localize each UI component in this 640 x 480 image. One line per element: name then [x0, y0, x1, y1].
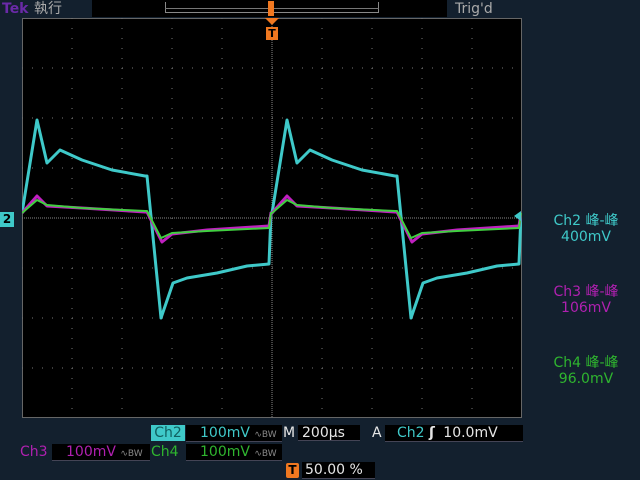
- ch3-button[interactable]: Ch3: [20, 444, 48, 460]
- trigger-settings[interactable]: Ch2 ʃ 10.0mV: [385, 425, 523, 442]
- trigger-position-icon: [268, 1, 274, 16]
- trigger-mode: A: [372, 425, 382, 441]
- ch4-scale[interactable]: 100mV ∿BW: [186, 444, 282, 461]
- run-state: 執行: [34, 1, 62, 17]
- ch2-ground-marker[interactable]: 2: [0, 212, 14, 227]
- ch2-scale[interactable]: 100mV ∿BW: [186, 425, 282, 442]
- graticule: [22, 18, 522, 418]
- record-view: [92, 0, 447, 17]
- horizontal-position-value[interactable]: 50.00 %: [302, 462, 375, 479]
- ch2-pk-pk-readout: Ch2 峰-峰 400mV: [553, 213, 619, 245]
- rising-edge-icon: ʃ: [429, 425, 435, 441]
- ch3-scale[interactable]: 100mV ∿BW: [52, 444, 150, 461]
- trigger-arrow-icon: [265, 18, 279, 25]
- horizontal-position-badge: T: [286, 463, 299, 478]
- waveform-display[interactable]: [22, 18, 522, 418]
- trigger-marker[interactable]: T: [266, 27, 278, 40]
- ch4-pk-pk-readout: Ch4 峰-峰 96.0mV: [553, 355, 619, 387]
- timebase-label: M: [283, 425, 296, 441]
- ch4-button[interactable]: Ch4: [151, 444, 179, 460]
- tek-logo: Tek: [2, 1, 29, 17]
- ch3-pk-pk-readout: Ch3 峰-峰 106mV: [553, 284, 619, 316]
- timebase-value[interactable]: 200µs: [298, 425, 360, 441]
- trigger-level-icon: [514, 211, 521, 221]
- ch2-button[interactable]: Ch2: [151, 425, 185, 441]
- trigger-status: Trig'd: [455, 1, 493, 17]
